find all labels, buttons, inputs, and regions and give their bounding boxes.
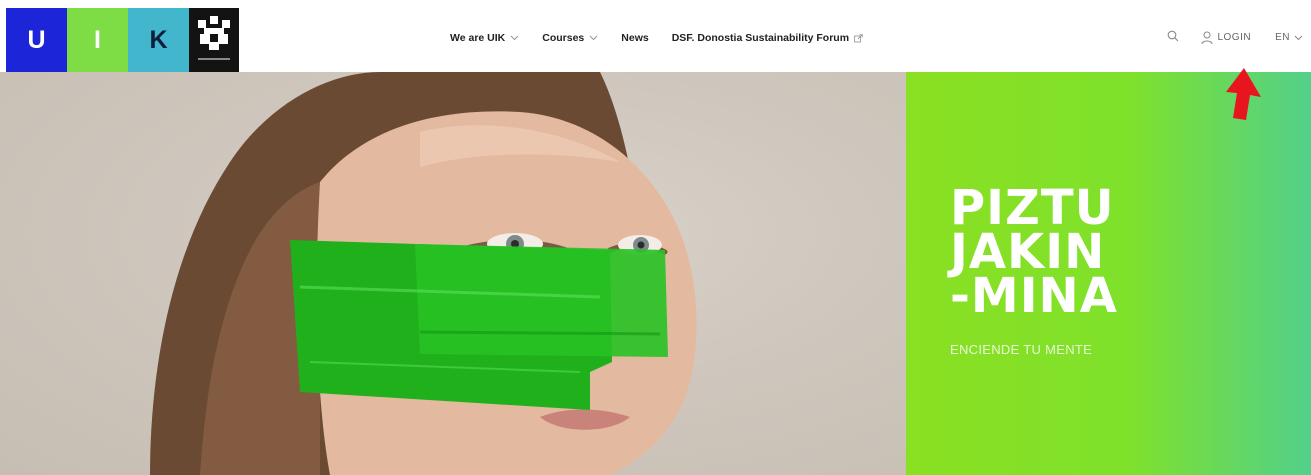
logo-letter-u: U (6, 8, 67, 72)
nav-we-are-uik[interactable]: We are UIK (450, 32, 519, 44)
search-icon (1167, 30, 1179, 45)
ehu-emblem-icon (189, 8, 239, 72)
chevron-down-icon (1294, 35, 1303, 41)
nav-news-label: News (621, 32, 649, 44)
nav-courses[interactable]: Courses (542, 32, 598, 44)
hero-title-line: -MINA (950, 268, 1118, 324)
chevron-down-icon (510, 35, 519, 41)
chevron-down-icon (589, 35, 598, 41)
login-button[interactable]: LOGIN (1201, 31, 1251, 45)
red-arrow-icon (1208, 64, 1272, 124)
hero-photo (0, 72, 906, 475)
logo-letter-k: K (128, 8, 189, 72)
nav-dsf-forum-label: DSF. Donostia Sustainability Forum (671, 32, 850, 44)
nav-dsf-forum[interactable]: DSF. Donostia Sustainability Forum (672, 32, 863, 44)
hero-title: PIZTU JAKIN -MINA (950, 184, 1118, 324)
hero-subtitle: ENCIENDE TU MENTE (950, 342, 1093, 357)
external-link-icon (854, 33, 863, 43)
logo-letter-i: I (67, 8, 128, 72)
site-header: U I K We are UIK Courses News DSF. Donos… (0, 0, 1311, 72)
language-label: EN (1275, 32, 1290, 43)
hero-banner: PIZTU JAKIN -MINA ENCIENDE TU MENTE (0, 72, 1311, 475)
header-tools: LOGIN EN (1167, 30, 1303, 45)
nav-news[interactable]: News (621, 32, 648, 44)
search-button[interactable] (1167, 30, 1179, 45)
nav-we-are-uik-label: We are UIK (450, 32, 506, 44)
nav-courses-label: Courses (542, 32, 585, 44)
main-nav: We are UIK Courses News DSF. Donostia Su… (450, 32, 886, 44)
uik-logo[interactable]: U I K (6, 8, 239, 72)
language-selector[interactable]: EN (1275, 32, 1303, 43)
user-icon (1201, 31, 1213, 45)
login-label: LOGIN (1217, 32, 1252, 43)
